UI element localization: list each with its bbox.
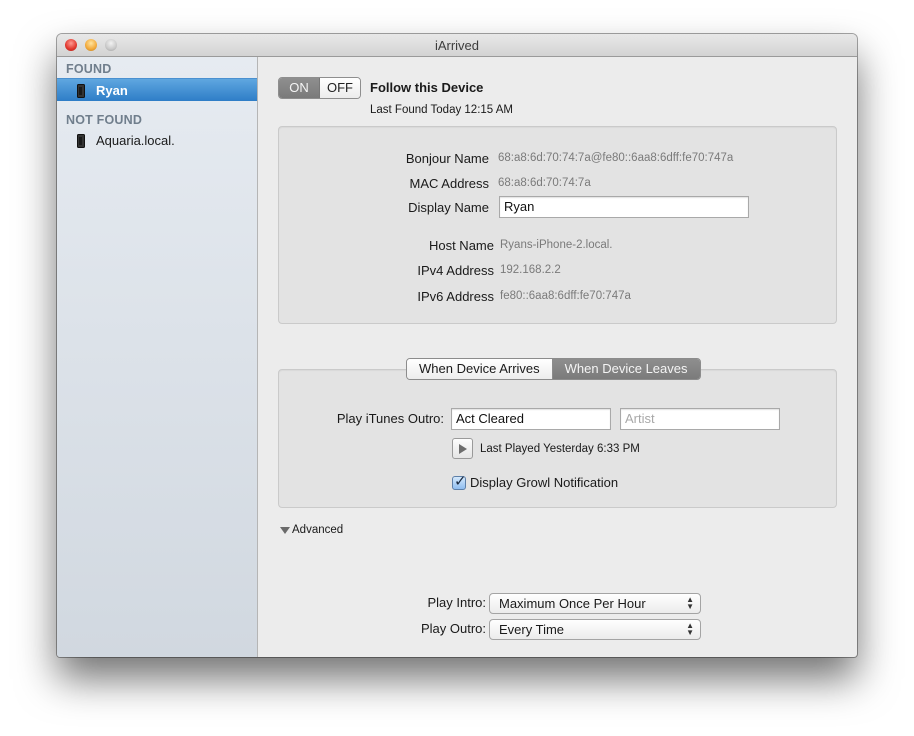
host-row: Host Name Ryans-iPhone-2.local. bbox=[279, 236, 836, 256]
minimize-button[interactable] bbox=[85, 39, 97, 51]
follow-title: Follow this Device bbox=[370, 80, 484, 95]
checkmark-icon: ✓ bbox=[454, 473, 467, 490]
play-intro-value: Maximum Once Per Hour bbox=[499, 596, 646, 611]
event-tabs: When Device Arrives When Device Leaves bbox=[406, 358, 701, 380]
action-box: Play iTunes Outro: Act Cleared Artist La… bbox=[278, 369, 837, 508]
ipv4-value: 192.168.2.2 bbox=[500, 264, 561, 276]
app-window: iArrived FOUND Ryan NOT FOUND Aquaria.lo… bbox=[57, 34, 857, 657]
mac-label: MAC Address bbox=[409, 176, 489, 191]
iphone-icon bbox=[77, 134, 85, 148]
ipv4-row: IPv4 Address 192.168.2.2 bbox=[279, 261, 836, 281]
updown-arrows-icon: ▲ ▼ bbox=[686, 621, 694, 637]
updown-arrows-icon: ▲ ▼ bbox=[686, 595, 694, 611]
host-label: Host Name bbox=[428, 238, 494, 253]
play-outro-select[interactable]: Every Time ▲ ▼ bbox=[489, 619, 701, 640]
last-played-text: Last Played Yesterday 6:33 PM bbox=[480, 443, 640, 455]
ipv6-label: IPv6 Address bbox=[417, 289, 494, 304]
itunes-outro-label: Play iTunes Outro: bbox=[336, 411, 444, 426]
sidebar-item-aquaria[interactable]: Aquaria.local. bbox=[57, 129, 257, 152]
window-title: iArrived bbox=[434, 38, 480, 53]
growl-label: Display Growl Notification bbox=[470, 475, 619, 490]
artist-input[interactable]: Artist bbox=[620, 408, 780, 430]
play-button[interactable] bbox=[452, 438, 473, 459]
main-panel: ON OFF Follow this Device Last Found Tod… bbox=[258, 57, 857, 657]
tab-when-device-arrives[interactable]: When Device Arrives bbox=[407, 359, 553, 379]
play-intro-label: Play Intro: bbox=[427, 595, 486, 610]
mac-value: 68:a8:6d:70:74:7a bbox=[498, 177, 591, 189]
host-value: Ryans-iPhone-2.local. bbox=[500, 239, 613, 251]
mac-row: MAC Address 68:a8:6d:70:74:7a bbox=[279, 174, 836, 194]
close-button[interactable] bbox=[65, 39, 77, 51]
sidebar: FOUND Ryan NOT FOUND Aquaria.local. bbox=[57, 57, 258, 657]
display-name-input[interactable]: Ryan bbox=[499, 196, 749, 218]
bonjour-value: 68:a8:6d:70:74:7a@fe80::6aa8:6dff:fe70:7… bbox=[498, 152, 734, 164]
zoom-button[interactable] bbox=[105, 39, 117, 51]
sidebar-header-not-found: NOT FOUND bbox=[66, 113, 143, 127]
growl-checkbox[interactable]: ✓ bbox=[452, 473, 467, 490]
iphone-icon bbox=[77, 84, 85, 98]
device-info-box: Bonjour Name 68:a8:6d:70:74:7a@fe80::6aa… bbox=[278, 126, 837, 324]
song-input[interactable]: Act Cleared bbox=[451, 408, 611, 430]
display-name-label: Display Name bbox=[408, 200, 489, 215]
start-at-login-label: Start iArrived at log in bbox=[565, 656, 689, 657]
play-outro-label: Play Outro: bbox=[420, 621, 486, 636]
bonjour-label: Bonjour Name bbox=[405, 151, 489, 166]
play-intro-select[interactable]: Maximum Once Per Hour ▲ ▼ bbox=[489, 593, 701, 614]
bonjour-row: Bonjour Name 68:a8:6d:70:74:7a@fe80::6aa… bbox=[279, 149, 836, 169]
follow-off-button[interactable]: OFF bbox=[320, 78, 360, 98]
sidebar-item-label: Ryan bbox=[96, 83, 128, 98]
tab-when-device-leaves[interactable]: When Device Leaves bbox=[552, 359, 700, 379]
sidebar-item-ryan[interactable]: Ryan bbox=[57, 78, 257, 101]
display-name-row: Display Name Ryan bbox=[279, 196, 836, 218]
title-bar[interactable]: iArrived bbox=[57, 34, 857, 57]
follow-toggle[interactable]: ON OFF bbox=[278, 77, 361, 99]
follow-on-button[interactable]: ON bbox=[279, 78, 320, 98]
play-outro-value: Every Time bbox=[499, 622, 565, 637]
disclosure-triangle-icon[interactable] bbox=[280, 527, 290, 534]
last-found-text: Last Found Today 12:15 AM bbox=[370, 104, 513, 116]
ipv4-label: IPv4 Address bbox=[417, 263, 494, 278]
sidebar-header-found: FOUND bbox=[66, 62, 112, 76]
ipv6-value: fe80::6aa8:6dff:fe70:747a bbox=[500, 290, 631, 302]
sidebar-item-label: Aquaria.local. bbox=[96, 133, 175, 148]
advanced-label[interactable]: Advanced bbox=[292, 524, 343, 536]
ipv6-row: IPv6 Address fe80::6aa8:6dff:fe70:747a bbox=[279, 287, 836, 307]
